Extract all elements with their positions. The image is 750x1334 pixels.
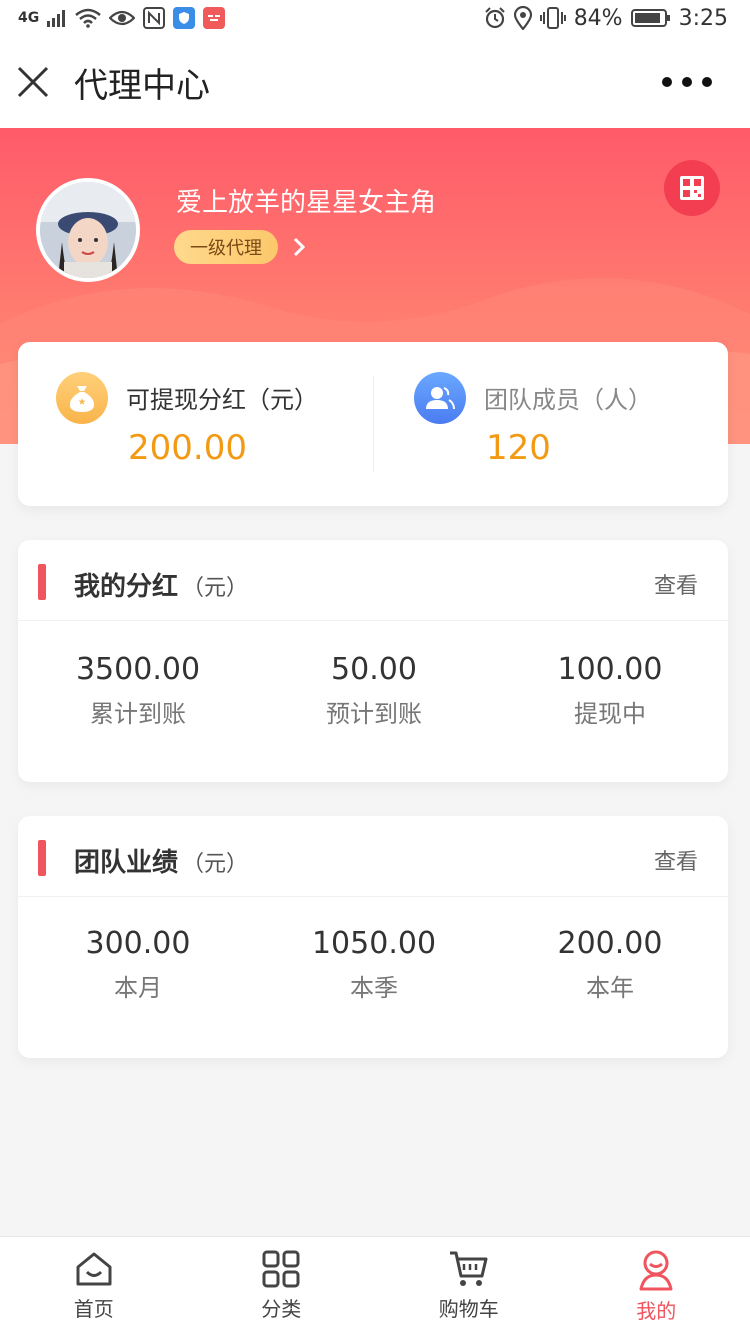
team-members-label: 团队成员（人） [484,386,652,414]
status-right: 84% 3:25 [484,6,728,31]
section-title-text: 我的分红 [74,572,179,602]
avatar-image [40,182,136,278]
cart-icon [449,1251,488,1286]
section-title: 我的分红 （元） [74,566,248,603]
wifi-icon [75,8,102,28]
section-title: 团队业绩 （元） [74,842,248,879]
clock-time: 3:25 [678,5,728,31]
bottom-tab-bar: 首页 分类 购物车 我的 [0,1236,750,1334]
close-icon [17,66,49,98]
stat-cumulative[interactable]: 3500.00 累计到账 [20,650,256,730]
store-app-icon [203,7,226,29]
eye-icon [109,10,136,26]
section-divider [18,896,728,897]
summary-divider [373,376,374,472]
more-dot-icon [702,77,712,87]
stat-value: 3500.00 [75,652,201,687]
nfc-icon [143,7,166,29]
stat-value: 100.00 [557,652,663,687]
vibrate-icon [539,7,566,29]
tab-label: 首页 [73,1297,114,1321]
more-dot-icon [662,77,672,87]
stat-label: 本年 [586,974,634,1002]
stat-expected[interactable]: 50.00 预计到账 [256,650,492,730]
level-label: 一级代理 [190,238,262,259]
tab-label: 购物车 [438,1297,499,1321]
team-performance-section: 团队业绩 （元） 查看 300.00 本月 1050.00 本季 200.00 本… [18,816,728,1058]
alarm-icon [484,7,505,29]
network-label: 4G [18,10,40,26]
stat-year[interactable]: 200.00 本年 [492,924,728,1004]
battery-icon [630,9,670,27]
my-dividend-section: 我的分红 （元） 查看 3500.00 累计到账 50.00 预计到账 100.0… [18,540,728,782]
team-members-icon [414,372,466,424]
section-title-text: 团队业绩 [74,848,179,878]
section-unit: （元） [182,852,249,877]
category-icon [262,1250,300,1288]
status-bar: 4G 84% 3:25 [0,0,750,36]
tab-cart[interactable]: 购物车 [375,1237,563,1334]
stat-label: 提现中 [574,700,646,728]
status-left: 4G [18,7,226,29]
summary-card: 可提现分红（元） 200.00 团队成员（人） 120 [18,342,728,506]
qr-code-button[interactable] [664,160,720,216]
stat-value: 50.00 [331,652,417,687]
close-button[interactable] [0,36,66,128]
more-button[interactable] [662,70,712,94]
chevron-right-icon[interactable] [292,236,306,258]
stat-value: 200.00 [557,926,663,961]
team-members-value: 120 [486,428,551,468]
tab-label: 我的 [636,1299,677,1323]
withdrawable-value: 200.00 [128,428,247,468]
stat-label: 累计到账 [90,700,186,728]
withdrawable-label: 可提现分红（元） [126,386,318,414]
tab-profile[interactable]: 我的 [563,1237,750,1334]
signal-icon [47,10,66,27]
view-team-link[interactable]: 查看 [654,844,698,876]
stat-month[interactable]: 300.00 本月 [20,924,256,1004]
more-dot-icon [682,77,692,87]
stat-quarter[interactable]: 1050.00 本季 [256,924,492,1004]
view-dividend-link[interactable]: 查看 [654,568,698,600]
location-icon [513,6,532,30]
tab-label: 分类 [261,1297,302,1321]
section-unit: （元） [182,576,249,601]
shield-app-icon [173,7,196,29]
battery-percent: 84% [573,5,623,31]
title-bar: 代理中心 [0,36,750,128]
user-name: 爱上放羊的星星女主角 [176,188,437,218]
page: 4G 84% 3:25 代理中心 爱上放羊的星星女主角 一级代理 可提现分红（元… [0,0,750,1334]
avatar[interactable] [36,178,140,282]
page-title: 代理中心 [74,65,210,106]
tab-home[interactable]: 首页 [0,1237,188,1334]
home-icon [76,1252,112,1286]
stat-value: 1050.00 [311,926,437,961]
stat-withdrawing[interactable]: 100.00 提现中 [492,650,728,730]
stat-label: 本季 [350,974,398,1002]
stat-label: 本月 [114,974,162,1002]
section-accent-bar [38,564,46,600]
profile-icon [639,1250,673,1291]
stat-value: 300.00 [85,926,191,961]
money-bag-icon [56,372,108,424]
qr-code-icon [680,176,704,200]
section-divider [18,620,728,621]
tab-category[interactable]: 分类 [188,1237,376,1334]
stat-label: 预计到账 [326,700,422,728]
section-accent-bar [38,840,46,876]
level-badge[interactable]: 一级代理 [174,230,278,264]
